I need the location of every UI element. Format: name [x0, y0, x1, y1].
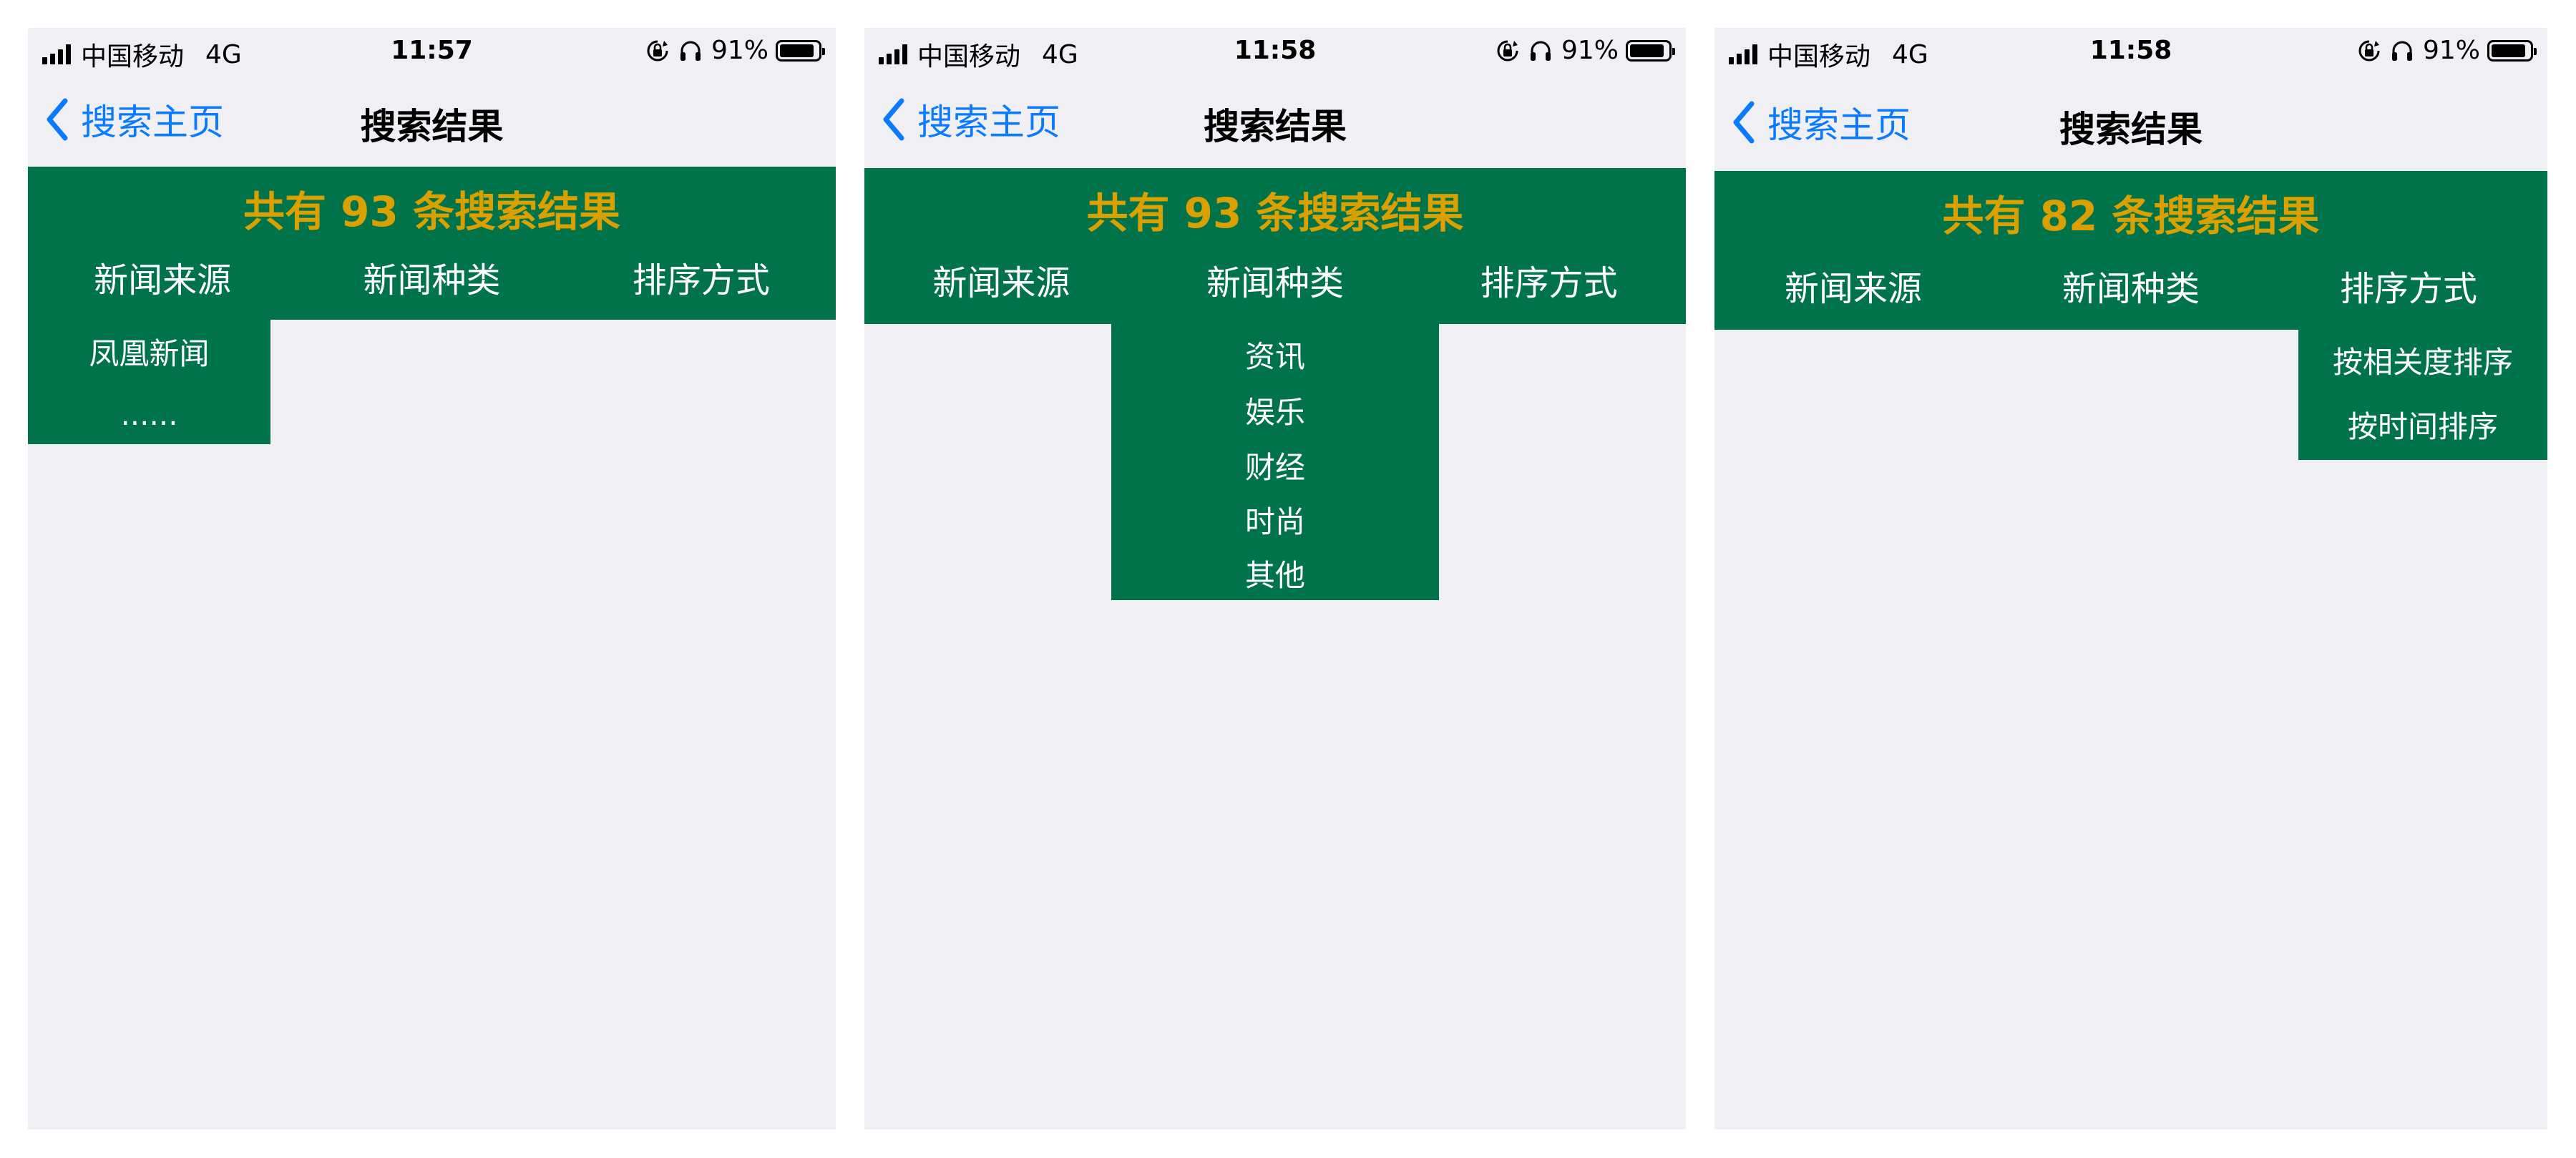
- rotation-lock-icon: [2358, 40, 2380, 61]
- page-title: 搜索结果: [2059, 109, 2202, 150]
- phone-screen-1: 中国移动 4G 11:57 91% 搜索主页 搜索结果 共有 93 条搜索结果 …: [28, 28, 836, 1129]
- battery-icon: [1626, 39, 1675, 62]
- tab-news-source[interactable]: 新闻来源: [28, 251, 297, 310]
- dropdown-item[interactable]: 按相关度排序: [2298, 333, 2547, 397]
- phone-screen-2: 中国移动 4G 11:58 91% 搜索主页 搜索结果 共有 93 条搜索结果 …: [864, 28, 1686, 1129]
- sort-dropdown-menu: 按相关度排序 按时间排序: [2298, 330, 2547, 460]
- dropdown-item[interactable]: 娱乐: [1111, 386, 1439, 440]
- result-count: 共有 93 条搜索结果: [243, 187, 621, 236]
- headphones-icon: [1530, 41, 1551, 61]
- result-count: 共有 93 条搜索结果: [1086, 189, 1464, 237]
- battery-percent: 91%: [711, 36, 769, 65]
- navigation-bar: 搜索主页 搜索结果: [1714, 88, 2547, 151]
- filter-panel: 共有 93 条搜索结果 新闻来源 新闻种类 排序方式: [28, 167, 836, 320]
- battery-percent: 91%: [1561, 36, 1619, 65]
- tab-news-source[interactable]: 新闻来源: [1714, 260, 1992, 318]
- navigation-bar: 搜索主页 搜索结果: [28, 85, 836, 148]
- page-title: 搜索结果: [360, 106, 504, 147]
- dropdown-item[interactable]: ......: [28, 388, 270, 444]
- source-dropdown-menu: 凤凰新闻 ......: [28, 320, 270, 444]
- battery-percent: 91%: [2422, 36, 2480, 65]
- headphones-icon: [2391, 41, 2412, 61]
- tab-news-source[interactable]: 新闻来源: [864, 254, 1138, 313]
- result-count: 共有 82 条搜索结果: [1942, 192, 2320, 240]
- dropdown-item[interactable]: 财经: [1111, 440, 1439, 494]
- status-bar: 中国移动 4G 11:58 91%: [1714, 28, 2547, 74]
- phone-screen-3: 中国移动 4G 11:58 91% 搜索主页 搜索结果 共有 82 条搜索结果 …: [1714, 28, 2547, 1129]
- battery-icon: [2487, 39, 2537, 62]
- tab-sort-order[interactable]: 排序方式: [1412, 254, 1686, 313]
- tab-sort-order[interactable]: 排序方式: [567, 251, 836, 310]
- tab-news-category[interactable]: 新闻种类: [1138, 254, 1413, 313]
- headphones-icon: [680, 41, 701, 61]
- battery-icon: [776, 39, 825, 62]
- rotation-lock-icon: [1497, 40, 1518, 61]
- tab-sort-order[interactable]: 排序方式: [2270, 260, 2547, 318]
- page-title: 搜索结果: [1204, 106, 1347, 147]
- filter-panel: 共有 82 条搜索结果 新闻来源 新闻种类 排序方式: [1714, 171, 2547, 330]
- rotation-lock-icon: [647, 40, 668, 61]
- dropdown-item[interactable]: 其他: [1111, 549, 1439, 600]
- status-bar: 中国移动 4G 11:58 91%: [864, 28, 1686, 74]
- navigation-bar: 搜索主页 搜索结果: [864, 85, 1686, 148]
- filter-tabs: 新闻来源 新闻种类 排序方式: [1714, 260, 2547, 318]
- filter-tabs: 新闻来源 新闻种类 排序方式: [28, 251, 836, 310]
- tab-news-category[interactable]: 新闻种类: [297, 251, 566, 310]
- category-dropdown-menu: 资讯 娱乐 财经 时尚 其他: [1111, 324, 1439, 600]
- filter-panel: 共有 93 条搜索结果 新闻来源 新闻种类 排序方式: [864, 168, 1686, 324]
- filter-tabs: 新闻来源 新闻种类 排序方式: [864, 254, 1686, 313]
- status-bar: 中国移动 4G 11:57 91%: [28, 28, 836, 74]
- dropdown-item[interactable]: 资讯: [1111, 331, 1439, 386]
- tab-news-category[interactable]: 新闻种类: [1992, 260, 2270, 318]
- dropdown-item[interactable]: 凤凰新闻: [28, 325, 270, 388]
- dropdown-item[interactable]: 时尚: [1111, 494, 1439, 549]
- dropdown-item[interactable]: 按时间排序: [2298, 397, 2547, 458]
